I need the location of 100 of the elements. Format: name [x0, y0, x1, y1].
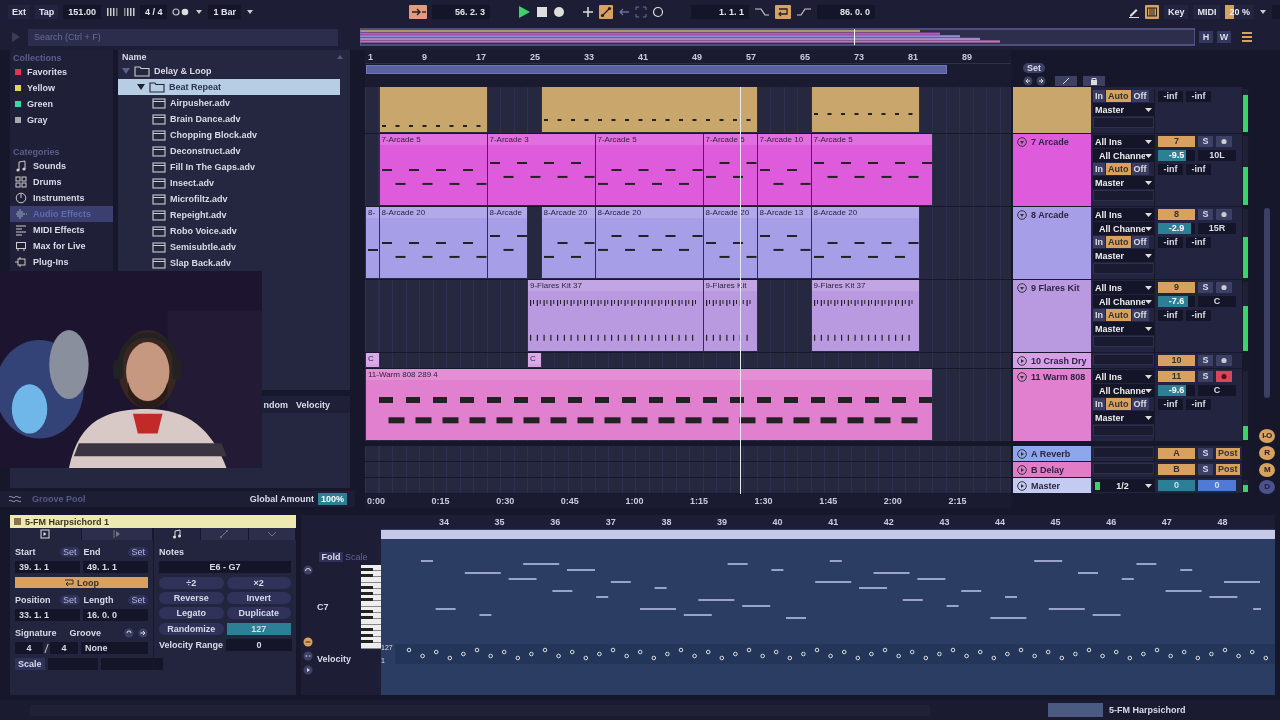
pan-field[interactable]: 15R [1198, 223, 1236, 234]
arm-icon[interactable] [1216, 282, 1232, 293]
tree-item[interactable]: Microfiltz.adv [118, 191, 350, 207]
end-field[interactable]: 49. 1. 1 [83, 561, 148, 573]
tree-item[interactable]: Robo Voice.adv [118, 223, 350, 239]
tree-item[interactable]: Airpusher.adv [118, 95, 350, 111]
set-button[interactable]: Set [60, 547, 80, 557]
arrow-icon[interactable] [138, 628, 148, 638]
clip[interactable]: 7-Arcade 5 [811, 134, 932, 205]
column-header[interactable]: Name [118, 50, 350, 63]
track-header[interactable]: 11 Warm 808 [1013, 369, 1091, 442]
monitor-button[interactable]: In [1093, 398, 1105, 410]
arm-icon[interactable] [1216, 355, 1232, 366]
track-activator-button[interactable]: 8 [1158, 209, 1195, 220]
column-header[interactable]: Velocity [295, 400, 330, 410]
clip[interactable] [811, 87, 919, 132]
groove-field[interactable]: None [81, 642, 148, 654]
time-ruler[interactable]: 0:00 0:15 0:30 0:45 1:00 1:15 1:30 1:45 2:00 2:15 [365, 494, 1011, 508]
tree-item[interactable]: Repeight.adv [118, 207, 350, 223]
track-activator-button[interactable]: 9 [1158, 282, 1195, 293]
track-activator-button[interactable]: A [1158, 448, 1195, 459]
headphones-icon[interactable] [303, 565, 313, 575]
category-item[interactable]: Max for Live [10, 238, 113, 254]
clip[interactable]: 7-Arcade 3 [487, 134, 595, 205]
fold-button[interactable]: Fold [319, 552, 343, 562]
song-position-field[interactable]: 56. 2. 3 [431, 5, 490, 19]
channel-menu[interactable]: All Channe [1093, 222, 1154, 235]
expand-icon[interactable] [1055, 76, 1077, 86]
solo-button[interactable]: S [1198, 448, 1213, 459]
fold-down-icon[interactable] [1017, 210, 1027, 220]
post-button[interactable]: Post [1216, 464, 1240, 475]
overview-drawing[interactable] [360, 28, 1195, 46]
track-header[interactable]: B Delay [1013, 462, 1091, 478]
solo-button[interactable]: S [1198, 371, 1213, 382]
track-activator-button[interactable]: 10 [1158, 355, 1195, 366]
clip[interactable]: 7-Arcade 10 [757, 134, 811, 205]
lock-icon[interactable] [1083, 76, 1105, 86]
stop-icon[interactable] [535, 6, 548, 18]
arm-icon[interactable] [1216, 136, 1232, 147]
channel-menu[interactable]: All Channe [1093, 149, 1154, 162]
monitor-button[interactable]: In [1093, 309, 1105, 321]
volume-field[interactable]: -2.9 [1158, 223, 1195, 234]
tree-item[interactable]: Brain Dance.adv [118, 111, 350, 127]
note-button[interactable]: Reverse [159, 592, 224, 604]
time-signature-field[interactable]: 4 / 4 [139, 5, 168, 19]
velocity-drawing[interactable] [395, 644, 1275, 664]
track-activator-button[interactable]: 7 [1158, 136, 1195, 147]
search-field[interactable]: Search (Ctrl + F) [28, 28, 338, 46]
fold-down-icon[interactable] [1017, 137, 1027, 147]
channel-menu[interactable]: All Channe [1093, 295, 1154, 308]
clip[interactable]: 7-Arcade 5 [595, 134, 703, 205]
post-button[interactable]: Post [1216, 448, 1240, 459]
tree-item[interactable]: Fill In The Gaps.adv [118, 159, 350, 175]
monitor-button[interactable]: Off [1131, 236, 1149, 248]
monitor-button[interactable]: In [1093, 90, 1105, 102]
loop-start-field[interactable]: 1. 1. 1 [690, 5, 749, 19]
width-button[interactable]: W [1217, 31, 1231, 43]
track-header[interactable]: A Reverb [1013, 446, 1091, 462]
record-icon[interactable] [552, 6, 565, 18]
hot-swap-icon[interactable] [124, 628, 134, 638]
solo-button[interactable]: S [1198, 355, 1213, 366]
clip[interactable]: 8-Arcade 20 [595, 207, 703, 278]
key-map-button[interactable]: Key [1163, 5, 1189, 19]
clip[interactable]: 8- [366, 207, 379, 278]
clip[interactable] [541, 87, 757, 132]
menu-icon[interactable] [1241, 31, 1253, 43]
length-field[interactable]: 16. 0. 0 [83, 609, 148, 621]
output-menu[interactable]: Master [1093, 249, 1154, 262]
numerator-field[interactable]: 4 [15, 642, 43, 654]
dots-icon[interactable] [303, 651, 313, 661]
loop-length-field[interactable]: 86. 0. 0 [816, 5, 875, 19]
bar-ruler[interactable]: 34 35 36 37 38 39 40 41 42 43 44 45 46 47 48 [381, 515, 1275, 529]
dropdown-caret-icon[interactable] [195, 8, 204, 16]
fold-right-icon[interactable] [1017, 449, 1027, 459]
view-toggle-button[interactable]: R [1259, 446, 1275, 460]
category-item[interactable]: Sounds [10, 158, 113, 174]
randomize-button[interactable]: Randomize [159, 623, 224, 635]
category-item[interactable]: Instruments [10, 190, 113, 206]
volume-field[interactable]: -9.6 [1158, 385, 1195, 396]
input-menu[interactable]: All Ins [1093, 370, 1154, 383]
fold-right-icon[interactable] [1017, 356, 1027, 366]
clip[interactable]: 8-Arcade [487, 207, 527, 278]
category-item[interactable]: MIDI Effects [10, 222, 113, 238]
monitor-button[interactable]: Auto [1106, 163, 1131, 175]
capture-icon[interactable] [634, 6, 647, 18]
loop-icon[interactable] [774, 5, 791, 19]
solo-button[interactable]: S [1198, 282, 1213, 293]
metronome-icon[interactable] [172, 7, 191, 17]
collection-item[interactable]: Gray [10, 112, 113, 128]
automation-arm-icon[interactable] [598, 5, 613, 19]
monitor-button[interactable]: Off [1131, 163, 1149, 175]
track-header[interactable]: 8 Arcade [1013, 207, 1091, 280]
back-arrow-icon[interactable] [617, 6, 630, 18]
note-range-field[interactable]: E6 - G7 [159, 561, 291, 573]
note-button[interactable]: Invert [226, 592, 291, 604]
fold-down-icon[interactable] [1017, 283, 1027, 293]
output-menu[interactable]: Master [1093, 411, 1154, 424]
punch-in-icon[interactable] [753, 6, 770, 18]
tap-button[interactable]: Tap [35, 5, 59, 19]
right-arrow-icon[interactable] [1036, 76, 1046, 86]
